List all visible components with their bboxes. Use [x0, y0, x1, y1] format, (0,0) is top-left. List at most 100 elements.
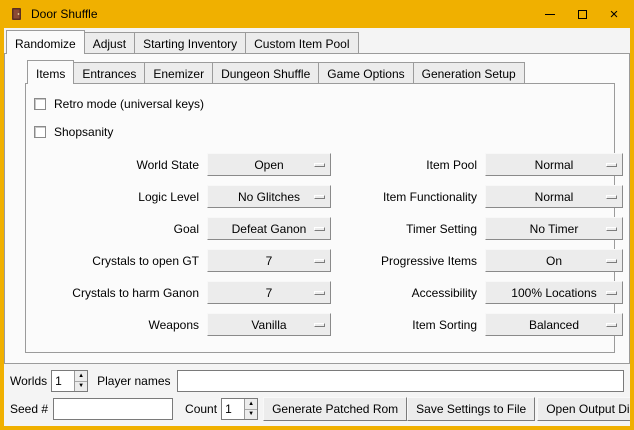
maximize-icon — [578, 10, 587, 19]
dropdown-crystals-ganon[interactable]: 7 — [207, 281, 331, 304]
app-window: Door Shuffle × Randomize Adjust Starting… — [0, 0, 634, 430]
item-functionality-label: Item Functionality — [338, 190, 478, 204]
dropdown-indicator-icon — [314, 227, 325, 231]
tab-dungeon-shuffle[interactable]: Dungeon Shuffle — [212, 62, 319, 84]
items-pane: Retro mode (universal keys) Shopsanity W… — [25, 83, 615, 353]
item-sorting-label: Item Sorting — [338, 318, 478, 332]
goal-value: Defeat Ganon — [232, 222, 307, 236]
seed-row: Seed # Count ▲ ▼ Generate Patched Rom Sa… — [10, 397, 624, 421]
dropdown-indicator-icon — [606, 227, 617, 231]
app-icon — [10, 7, 24, 21]
save-settings-button[interactable]: Save Settings to File — [407, 397, 535, 421]
tab-custom-item-pool[interactable]: Custom Item Pool — [245, 32, 358, 54]
tab-generation-setup[interactable]: Generation Setup — [413, 62, 525, 84]
dropdown-world-state[interactable]: Open — [207, 153, 331, 176]
worlds-label: Worlds — [10, 374, 47, 388]
item-pool-value: Normal — [535, 158, 574, 172]
shopsanity-checkbox[interactable] — [34, 126, 46, 138]
count-spin-down-icon[interactable]: ▼ — [245, 410, 257, 420]
generate-patched-rom-button[interactable]: Generate Patched Rom — [263, 397, 407, 421]
crystals-ganon-value: 7 — [266, 286, 273, 300]
dropdown-indicator-icon — [606, 323, 617, 327]
client-area: Randomize Adjust Starting Inventory Cust… — [4, 28, 630, 426]
goal-label: Goal — [32, 222, 200, 236]
shopsanity-label: Shopsanity — [54, 125, 113, 139]
dropdown-indicator-icon — [606, 163, 617, 167]
outer-tabbar: Randomize Adjust Starting Inventory Cust… — [4, 30, 630, 54]
dropdown-item-pool[interactable]: Normal — [485, 153, 623, 176]
tab-enemizer[interactable]: Enemizer — [144, 62, 213, 84]
dropdown-indicator-icon — [606, 259, 617, 263]
shopsanity-row: Shopsanity — [34, 125, 608, 139]
timer-setting-label: Timer Setting — [338, 222, 478, 236]
worlds-input[interactable] — [52, 371, 74, 391]
tab-adjust[interactable]: Adjust — [84, 32, 135, 54]
retro-mode-row: Retro mode (universal keys) — [34, 97, 608, 111]
dropdown-indicator-icon — [314, 163, 325, 167]
titlebar[interactable]: Door Shuffle × — [4, 0, 630, 28]
count-label: Count — [185, 402, 217, 416]
open-output-directory-button[interactable]: Open Output Directory — [537, 397, 630, 421]
world-state-value: Open — [254, 158, 283, 172]
dropdown-item-functionality[interactable]: Normal — [485, 185, 623, 208]
crystals-ganon-label: Crystals to harm Ganon — [32, 286, 200, 300]
dropdown-item-sorting[interactable]: Balanced — [485, 313, 623, 336]
dropdown-indicator-icon — [314, 291, 325, 295]
item-functionality-value: Normal — [535, 190, 574, 204]
world-state-label: World State — [32, 158, 200, 172]
logic-level-label: Logic Level — [32, 190, 200, 204]
tab-randomize[interactable]: Randomize — [6, 30, 85, 54]
player-names-label: Player names — [97, 374, 170, 388]
minimize-button[interactable] — [534, 0, 566, 28]
worlds-spin-down-icon[interactable]: ▼ — [75, 382, 87, 392]
count-input[interactable] — [222, 399, 244, 419]
worlds-spin-up-icon[interactable]: ▲ — [75, 371, 87, 382]
count-spinbox[interactable]: ▲ ▼ — [221, 398, 258, 420]
dropdown-indicator-icon — [314, 323, 325, 327]
dropdown-progressive-items[interactable]: On — [485, 249, 623, 272]
minimize-icon — [545, 14, 555, 15]
item-sorting-value: Balanced — [529, 318, 579, 332]
crystals-gt-label: Crystals to open GT — [32, 254, 200, 268]
progressive-items-value: On — [546, 254, 562, 268]
dropdown-indicator-icon — [606, 291, 617, 295]
dropdown-indicator-icon — [314, 259, 325, 263]
weapons-value: Vanilla — [251, 318, 286, 332]
dropdown-weapons[interactable]: Vanilla — [207, 313, 331, 336]
tab-entrances[interactable]: Entrances — [73, 62, 145, 84]
tab-items[interactable]: Items — [27, 60, 74, 84]
dropdown-logic-level[interactable]: No Glitches — [207, 185, 331, 208]
item-pool-label: Item Pool — [338, 158, 478, 172]
dropdown-indicator-icon — [314, 195, 325, 199]
seed-input[interactable] — [53, 398, 173, 420]
weapons-label: Weapons — [32, 318, 200, 332]
window-title: Door Shuffle — [31, 7, 98, 21]
logic-level-value: No Glitches — [238, 190, 300, 204]
close-icon: × — [610, 7, 619, 22]
inner-tabbar: Items Entrances Enemizer Dungeon Shuffle… — [25, 60, 615, 84]
tab-starting-inventory[interactable]: Starting Inventory — [134, 32, 246, 54]
maximize-button[interactable] — [566, 0, 598, 28]
crystals-gt-value: 7 — [266, 254, 273, 268]
bottom-bar: Worlds ▲ ▼ Player names Seed # Count — [4, 364, 630, 426]
timer-setting-value: No Timer — [530, 222, 579, 236]
accessibility-label: Accessibility — [338, 286, 478, 300]
dropdown-accessibility[interactable]: 100% Locations — [485, 281, 623, 304]
tab-game-options[interactable]: Game Options — [318, 62, 413, 84]
dropdown-goal[interactable]: Defeat Ganon — [207, 217, 331, 240]
player-names-input[interactable] — [177, 370, 625, 392]
count-spin-up-icon[interactable]: ▲ — [245, 399, 257, 410]
accessibility-value: 100% Locations — [511, 286, 596, 300]
worlds-spinbox[interactable]: ▲ ▼ — [51, 370, 88, 392]
dropdown-indicator-icon — [606, 195, 617, 199]
dropdown-crystals-gt[interactable]: 7 — [207, 249, 331, 272]
retro-mode-checkbox[interactable] — [34, 98, 46, 110]
seed-label: Seed # — [10, 402, 48, 416]
close-button[interactable]: × — [598, 0, 630, 28]
progressive-items-label: Progressive Items — [338, 254, 478, 268]
dropdown-timer-setting[interactable]: No Timer — [485, 217, 623, 240]
worlds-row: Worlds ▲ ▼ Player names — [10, 370, 624, 392]
options-grid: World State Open Item Pool Normal Logic … — [32, 153, 608, 336]
retro-mode-label: Retro mode (universal keys) — [54, 97, 204, 111]
randomize-pane: Items Entrances Enemizer Dungeon Shuffle… — [4, 53, 630, 364]
